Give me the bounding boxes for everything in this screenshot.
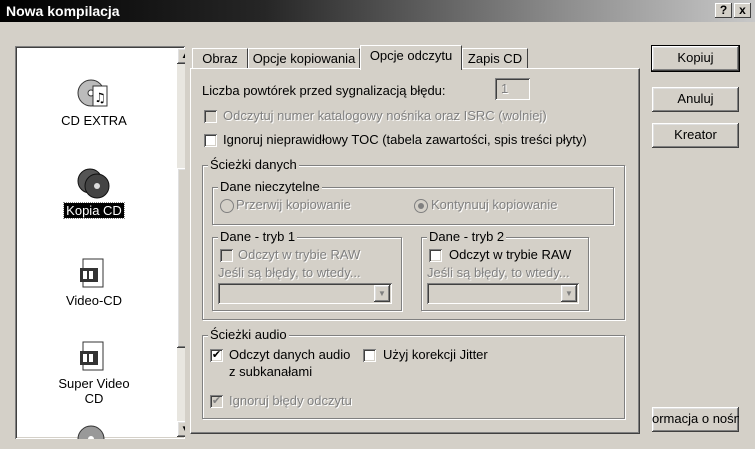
- scroll-up-arrow-icon[interactable]: ▲: [177, 48, 185, 64]
- disc-icon: [77, 425, 105, 439]
- jitter-label: Użyj korekcji Jitter: [383, 347, 488, 362]
- svg-text:♫: ♫: [94, 91, 106, 106]
- list-item-label: Video-CD: [65, 293, 123, 308]
- window-title: Nowa kompilacja: [6, 3, 120, 19]
- ignore-toc-checkbox[interactable]: [204, 134, 217, 147]
- abort-copy-label: Przerwij kopiowanie: [236, 197, 351, 212]
- list-item-super-video-cd[interactable]: Super Video CD: [19, 339, 169, 406]
- tab-zapis-cd[interactable]: Zapis CD: [462, 48, 528, 69]
- title-bar: Nowa kompilacja ? x: [0, 0, 755, 22]
- chevron-down-icon[interactable]: ▼: [561, 285, 577, 302]
- mode2-title: Dane - tryb 2: [427, 229, 507, 244]
- help-button[interactable]: ?: [715, 3, 732, 18]
- dialog-window: Nowa kompilacja ? x ♫ CD EXTRA Kopia CD: [0, 0, 755, 449]
- ignore-read-errors-label: Ignoruj błędy odczytu: [229, 393, 352, 408]
- wizard-button[interactable]: Kreator: [652, 123, 739, 148]
- film-disc-icon: [80, 258, 104, 288]
- read-isrc-checkbox[interactable]: [204, 110, 217, 123]
- film-disc-icon: [80, 341, 104, 371]
- data-tracks-title: Ścieżki danych: [208, 157, 299, 172]
- tab-opcje-kopiowania[interactable]: Opcje kopiowania: [248, 48, 360, 69]
- disc-copy-icon: [77, 168, 110, 199]
- cancel-button[interactable]: Anuluj: [652, 87, 739, 112]
- list-item-cd-extra[interactable]: ♫ CD EXTRA: [19, 76, 169, 128]
- media-info-button[interactable]: ormacja o nośni: [652, 407, 739, 432]
- retries-input[interactable]: 1: [495, 78, 530, 100]
- tab-opcje-odczytu[interactable]: Opcje odczytu: [360, 45, 462, 70]
- scroll-down-arrow-icon[interactable]: ▼: [177, 421, 185, 437]
- retries-label: Liczba powtórek przed sygnalizacją błędu…: [202, 83, 446, 98]
- music-disc-icon: ♫: [77, 79, 108, 107]
- ignore-read-errors-checkbox[interactable]: ✔: [210, 395, 223, 408]
- close-button[interactable]: x: [734, 3, 751, 18]
- read-subchannel-label: Odczyt danych audio: [229, 347, 351, 362]
- tab-obraz[interactable]: Obraz: [192, 48, 248, 69]
- list-item-label: Super Video CD: [58, 376, 130, 406]
- jitter-checkbox[interactable]: [363, 349, 376, 362]
- abort-copy-radio[interactable]: [220, 199, 234, 213]
- list-item-label: CD EXTRA: [61, 113, 127, 128]
- project-type-list[interactable]: ♫ CD EXTRA Kopia CD Video-CD Super Video…: [15, 46, 185, 439]
- list-item-kopia-cd[interactable]: Kopia CD: [19, 166, 169, 219]
- mode1-raw-checkbox[interactable]: [220, 249, 233, 262]
- mode1-title: Dane - tryb 1: [218, 229, 298, 244]
- list-item-label: Kopia CD: [63, 202, 125, 219]
- list-scrollbar[interactable]: ▲ ▼: [177, 48, 185, 437]
- mode1-on-error-label: Jeśli są błędy, to wtedy...: [218, 265, 361, 280]
- copy-button[interactable]: Kopiuj: [651, 45, 740, 72]
- mode1-on-error-select[interactable]: ▼: [218, 283, 392, 304]
- scroll-thumb[interactable]: [177, 168, 185, 348]
- mode2-on-error-select[interactable]: ▼: [427, 283, 579, 304]
- ignore-toc-label: Ignoruj nieprawidłowy TOC (tabela zawart…: [223, 132, 587, 147]
- mode1-raw-label: Odczyt w trybie RAW: [238, 247, 361, 262]
- mode2-on-error-label: Jeśli są błędy, to wtedy...: [427, 265, 570, 280]
- audio-tracks-title: Ścieżki audio: [208, 327, 289, 342]
- chevron-down-icon[interactable]: ▼: [374, 285, 390, 302]
- unreadable-data-title: Dane nieczytelne: [218, 179, 322, 194]
- continue-copy-label: Kontynuuj kopiowanie: [431, 197, 558, 212]
- continue-copy-radio[interactable]: [414, 199, 428, 213]
- list-item-video-cd[interactable]: Video-CD: [19, 256, 169, 308]
- mode2-raw-label: Odczyt w trybie RAW: [449, 247, 572, 262]
- read-isrc-label: Odczytuj numer katalogowy nośnika oraz I…: [223, 108, 547, 123]
- mode2-raw-checkbox[interactable]: [429, 249, 442, 262]
- tab-panel: Liczba powtórek przed sygnalizacją błędu…: [190, 68, 640, 434]
- read-subchannel-label-line2: z subkanałami: [229, 364, 313, 379]
- list-item-partial[interactable]: [19, 422, 169, 439]
- read-subchannel-checkbox[interactable]: ✔: [210, 349, 223, 362]
